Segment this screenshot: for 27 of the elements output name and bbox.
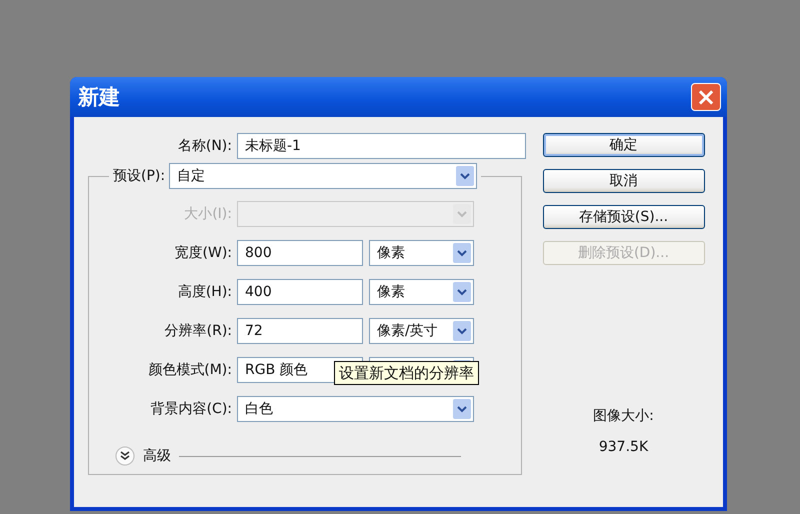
unit-dropdown[interactable]: 像素 [369,240,474,266]
advanced-label[interactable]: 高级 [143,447,171,465]
close-button[interactable]: × [691,83,721,111]
dialog-button[interactable]: 存储预设(S)... [542,205,704,229]
chevron-icon[interactable] [115,446,135,466]
window-title: 新建 [78,84,120,111]
tooltip: 设置新文档的分辨率 [334,361,479,385]
unit-dropdown[interactable]: 像素 [369,279,474,305]
image-size-value: 937.5K [598,439,648,455]
number-field[interactable]: 72 [237,318,363,344]
dialog-button[interactable]: 确定 [542,133,704,157]
dropdown[interactable]: 白色 [237,396,474,422]
dialog-button[interactable]: 取消 [542,169,704,193]
number-field[interactable]: 400 [237,279,363,305]
preset-dropdown[interactable]: 自定 [169,163,478,189]
field-label: 宽度(W): [174,244,232,262]
unit-dropdown[interactable]: 像素/英寸 [369,318,474,344]
field-label: 背景内容(C): [150,400,232,418]
field-label: 高度(H): [176,283,232,301]
name-field[interactable]: 未标题-1 [237,133,526,159]
field-label: 预设(P): [113,167,166,185]
field-label: 名称(N): [176,137,232,155]
field-label: 分辨率(R): [164,322,232,340]
number-field[interactable]: 800 [237,240,363,266]
field-label: 大小(I): [183,205,232,223]
field-label: 颜色模式(M): [147,361,232,379]
image-size-label: 图像大小: [593,407,654,425]
